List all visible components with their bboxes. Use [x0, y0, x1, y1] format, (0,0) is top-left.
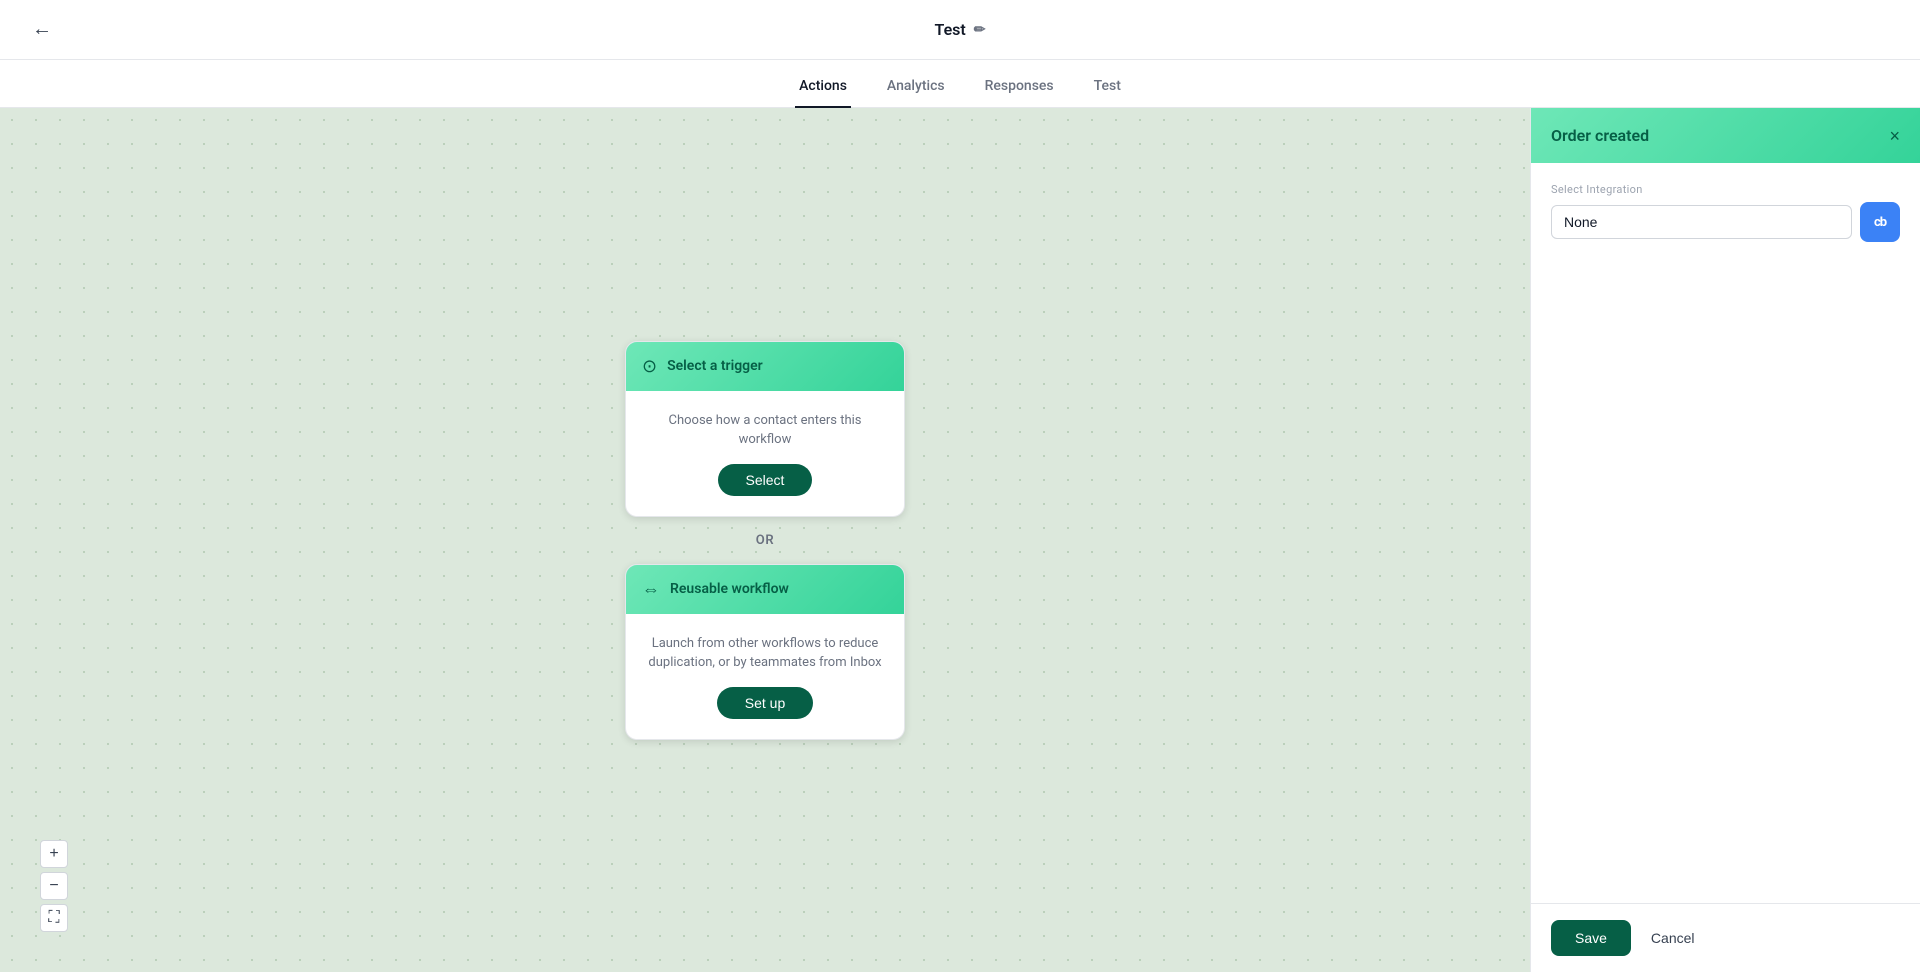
panel-header: Order created × — [1531, 108, 1920, 163]
save-button[interactable]: Save — [1551, 920, 1631, 956]
trigger-card-description: Choose how a contact enters this workflo… — [642, 411, 888, 450]
trigger-card: ⊙ Select a trigger Choose how a contact … — [625, 341, 905, 517]
tab-analytics[interactable]: Analytics — [883, 66, 949, 108]
zoom-fit-button[interactable]: ⛶ — [40, 904, 68, 932]
integration-field: Select Integration cb — [1551, 183, 1900, 242]
page-title: Test ✏ — [934, 20, 985, 39]
panel-footer: Save Cancel — [1531, 903, 1920, 972]
right-panel: Order created × Select Integration cb Sa… — [1530, 108, 1920, 972]
integration-label: Select Integration — [1551, 183, 1900, 196]
or-divider: OR — [756, 533, 775, 548]
workflow-canvas: ⊙ Select a trigger Choose how a contact … — [0, 108, 1530, 972]
trigger-card-body: Choose how a contact enters this workflo… — [626, 391, 904, 516]
zoom-in-button[interactable]: + — [40, 840, 68, 868]
cb-logo: cb — [1860, 202, 1900, 242]
main-layout: ⊙ Select a trigger Choose how a contact … — [0, 108, 1920, 972]
panel-close-button[interactable]: × — [1889, 127, 1900, 145]
setup-reusable-button[interactable]: Set up — [717, 687, 813, 719]
trigger-icon: ⊙ — [642, 356, 657, 377]
reusable-card-header: ⇔ Reusable workflow — [626, 565, 904, 614]
panel-body: Select Integration cb — [1531, 163, 1920, 903]
edit-title-icon[interactable]: ✏ — [974, 22, 986, 38]
tab-test[interactable]: Test — [1090, 66, 1125, 108]
trigger-card-header: ⊙ Select a trigger — [626, 342, 904, 391]
reusable-card-description: Launch from other workflows to reduce du… — [642, 634, 888, 673]
tab-responses[interactable]: Responses — [981, 66, 1058, 108]
topbar: ← Test ✏ — [0, 0, 1920, 60]
tabs-bar: Actions Analytics Responses Test — [0, 60, 1920, 108]
integration-input-row: cb — [1551, 202, 1900, 242]
trigger-card-title: Select a trigger — [667, 358, 763, 374]
reusable-card-body: Launch from other workflows to reduce du… — [626, 614, 904, 739]
zoom-controls: + − ⛶ — [40, 840, 68, 932]
back-button[interactable]: ← — [24, 14, 60, 45]
tab-actions[interactable]: Actions — [795, 66, 851, 108]
reusable-icon: ⇔ — [642, 579, 660, 600]
reusable-card-title: Reusable workflow — [670, 581, 789, 597]
integration-input[interactable] — [1551, 205, 1852, 239]
reusable-card: ⇔ Reusable workflow Launch from other wo… — [625, 564, 905, 740]
cancel-button[interactable]: Cancel — [1643, 920, 1703, 956]
canvas-content: ⊙ Select a trigger Choose how a contact … — [625, 341, 905, 740]
panel-title: Order created — [1551, 126, 1649, 145]
select-trigger-button[interactable]: Select — [718, 464, 813, 496]
zoom-out-button[interactable]: − — [40, 872, 68, 900]
